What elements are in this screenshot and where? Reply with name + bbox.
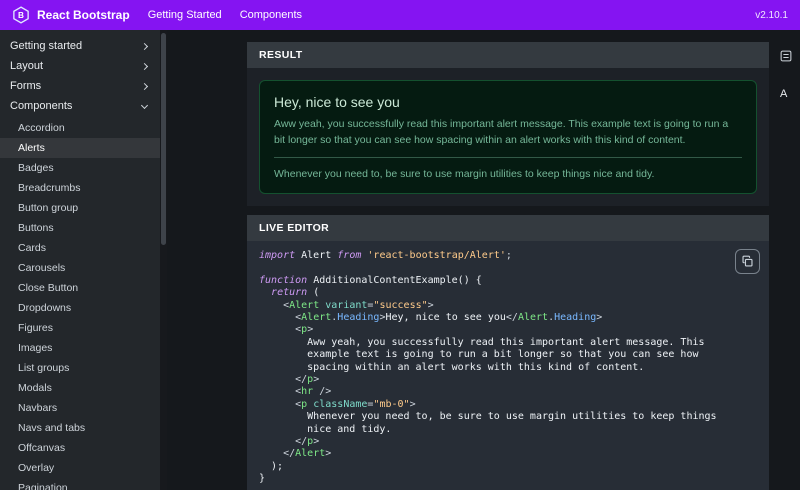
code-line: <Alert.Heading>Hey, nice to see you</Ale… [295, 311, 603, 323]
content-column: RESULT Hey, nice to see you Aww yeah, yo… [247, 42, 769, 490]
code-line: nice and tidy. [259, 423, 392, 435]
sidebar-item-cards[interactable]: Cards [0, 238, 160, 258]
live-editor-panel: LIVE EDITOR import Alert from 'react-boo… [247, 214, 769, 490]
code-line: import Alert from 'react-bootstrap/Alert… [259, 249, 512, 261]
sidebar-section-forms[interactable]: Forms [0, 76, 160, 96]
chevron-right-icon [140, 82, 149, 90]
code-line: example text is going to run a bit longe… [259, 349, 699, 361]
code-line: spacing within an alert works with this … [259, 361, 645, 373]
scrollbar-thumb[interactable] [161, 33, 166, 245]
sidebar-item-buttons[interactable]: Buttons [0, 218, 160, 238]
sidebar-item-figures[interactable]: Figures [0, 318, 160, 338]
sidebar-item-overlay[interactable]: Overlay [0, 458, 160, 478]
sidebar-item-offcanvas[interactable]: Offcanvas [0, 438, 160, 458]
sidebar-section-getting-started[interactable]: Getting started [0, 36, 160, 56]
top-navbar: B React Bootstrap Getting Started Compone… [0, 0, 800, 30]
code-line: <Alert variant="success"> [283, 299, 434, 311]
chevron-right-icon [140, 42, 149, 50]
sidebar-item-images[interactable]: Images [0, 338, 160, 358]
sidebar-item-pagination[interactable]: Pagination [0, 478, 160, 490]
live-editor-header: LIVE EDITOR [247, 214, 769, 241]
sidebar-item-list-groups[interactable]: List groups [0, 358, 160, 378]
success-alert: Hey, nice to see you Aww yeah, you succe… [259, 80, 757, 194]
alert-paragraph-1: Aww yeah, you successfully read this imp… [274, 118, 729, 146]
code-line: Aww yeah, you successfully read this imp… [259, 336, 705, 348]
svg-text:B: B [18, 11, 24, 20]
sidebar-section-components[interactable]: Components [0, 96, 160, 116]
copy-icon [742, 255, 753, 267]
code-block[interactable]: import Alert from 'react-bootstrap/Alert… [247, 240, 769, 490]
nav-link-components[interactable]: Components [240, 9, 302, 21]
code-line: </Alert> [283, 448, 332, 460]
chevron-down-icon [140, 101, 149, 109]
sidebar-scrollbar[interactable] [160, 30, 167, 490]
sidebar-item-navbars[interactable]: Navbars [0, 398, 160, 418]
react-bootstrap-logo-icon: B [13, 6, 29, 24]
sidebar-section-label: Forms [10, 80, 42, 92]
sidebar-sublist: Accordion Alerts Badges Breadcrumbs Button g… [0, 118, 160, 490]
sidebar-item-breadcrumbs[interactable]: Breadcrumbs [0, 178, 160, 198]
toc-text-fragment: A [780, 88, 788, 100]
code-line: ); [259, 460, 284, 472]
sidebar-item-carousels[interactable]: Carousels [0, 258, 160, 278]
code-line: Whenever you need to, be sure to use mar… [259, 411, 717, 423]
sidebar-nav: Getting started Layout Forms Components Acco… [0, 36, 160, 490]
sidebar-item-navs-and-tabs[interactable]: Navs and tabs [0, 418, 160, 438]
toc-rail: A [772, 30, 800, 490]
sidebar-section-label: Getting started [10, 40, 83, 52]
alert-heading: Hey, nice to see you [274, 94, 400, 110]
sidebar-item-close-button[interactable]: Close Button [0, 278, 160, 298]
sidebar-item-dropdowns[interactable]: Dropdowns [0, 298, 160, 318]
code-line: </p> [295, 436, 320, 448]
result-panel-header: RESULT [247, 42, 769, 68]
code-line: <p className="mb-0"> [295, 398, 416, 410]
copy-button[interactable] [735, 248, 760, 274]
result-panel-body: Hey, nice to see you Aww yeah, you succe… [247, 68, 769, 206]
code-line: <p> [295, 324, 314, 336]
main-content: RESULT Hey, nice to see you Aww yeah, yo… [167, 30, 800, 490]
code-line: } [259, 473, 266, 485]
alert-paragraph-2: Whenever you need to, be sure to use mar… [274, 167, 655, 180]
code-line: <hr /> [295, 386, 332, 398]
result-panel: RESULT Hey, nice to see you Aww yeah, yo… [247, 42, 769, 206]
chevron-right-icon [140, 62, 149, 70]
nav-link-getting-started[interactable]: Getting Started [148, 9, 222, 21]
sidebar: Getting started Layout Forms Components Acco… [0, 30, 160, 490]
toc-toggle-icon[interactable] [780, 50, 792, 62]
sidebar-item-button-group[interactable]: Button group [0, 198, 160, 218]
code-line: return ( [271, 287, 320, 299]
code-lines: import Alert from 'react-bootstrap/Alert… [259, 250, 757, 490]
brand-name: React Bootstrap [37, 8, 130, 22]
sidebar-item-accordion[interactable]: Accordion [0, 118, 160, 138]
sidebar-item-modals[interactable]: Modals [0, 378, 160, 398]
sidebar-section-label: Components [10, 100, 73, 112]
sidebar-item-alerts[interactable]: Alerts [0, 138, 160, 158]
sidebar-section-layout[interactable]: Layout [0, 56, 160, 76]
version-label: v2.10.1 [755, 9, 788, 21]
alert-divider [274, 156, 742, 158]
brand[interactable]: B React Bootstrap [12, 6, 130, 24]
code-line: </p> [295, 374, 320, 386]
code-line: function AdditionalContentExample() { [259, 274, 482, 286]
sidebar-item-badges[interactable]: Badges [0, 158, 160, 178]
navbar-links: Getting Started Components [148, 9, 302, 21]
sidebar-section-label: Layout [10, 60, 44, 72]
